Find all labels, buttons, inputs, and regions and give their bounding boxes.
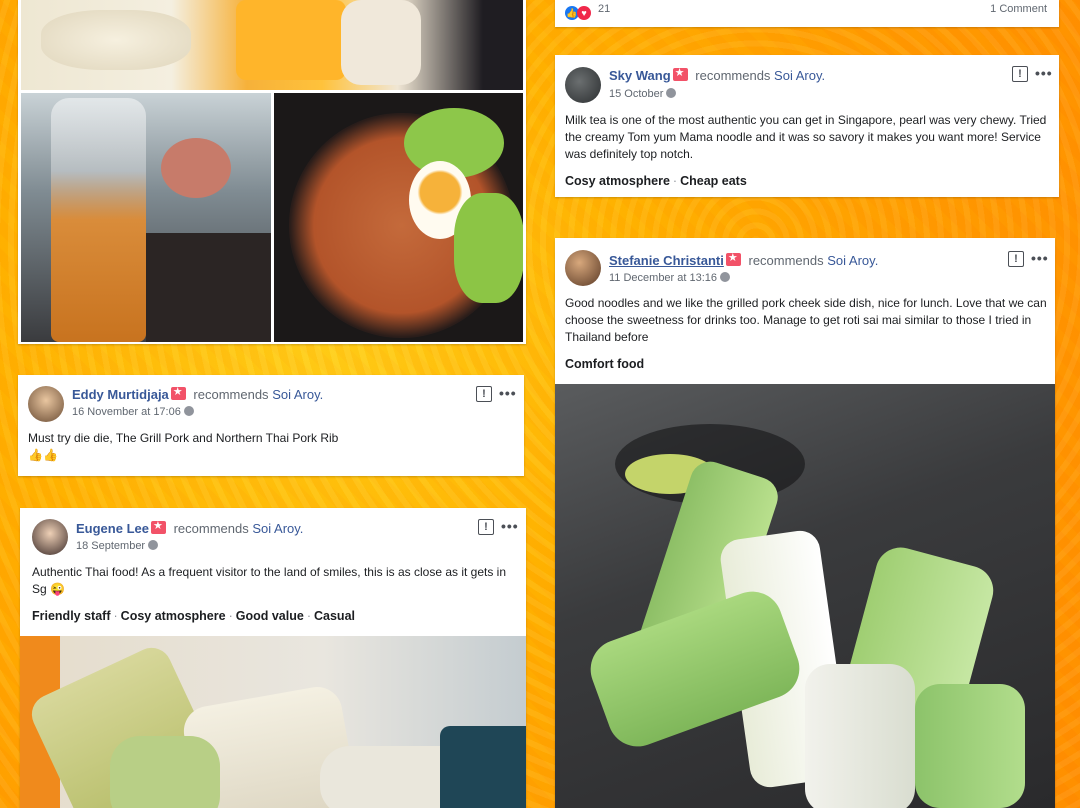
review-text: Good noodles and we like the grilled por… bbox=[565, 296, 1047, 344]
photo-mango-sticky-rice[interactable] bbox=[21, 0, 523, 90]
comment-count[interactable]: 1 Comment bbox=[990, 3, 1047, 15]
tag[interactable]: Casual bbox=[314, 609, 355, 623]
photo-tom-yum-noodle[interactable] bbox=[274, 93, 523, 342]
love-icon: ♥ bbox=[577, 6, 591, 20]
post-date[interactable]: 18 September bbox=[76, 540, 145, 552]
recommend-badge-icon bbox=[170, 385, 186, 400]
report-icon[interactable]: ! bbox=[478, 519, 494, 535]
review-text: Authentic Thai food! As a frequent visit… bbox=[32, 565, 507, 596]
more-options-icon[interactable]: ••• bbox=[1035, 65, 1053, 81]
page-link[interactable]: Soi Aroy. bbox=[252, 521, 303, 536]
reaction-icons[interactable]: 👍 ♥ bbox=[565, 3, 591, 21]
tag[interactable]: Good value bbox=[236, 609, 304, 623]
photo-collage bbox=[18, 0, 526, 344]
photo-roti-sai-mai[interactable] bbox=[20, 636, 526, 808]
review-emoji: 👍👍 bbox=[28, 448, 58, 462]
author-name[interactable]: Eugene Lee bbox=[76, 521, 149, 536]
tag[interactable]: Friendly staff bbox=[32, 609, 111, 623]
globe-icon bbox=[183, 406, 194, 416]
more-options-icon[interactable]: ••• bbox=[499, 385, 517, 401]
more-options-icon[interactable]: ••• bbox=[501, 518, 519, 534]
tag[interactable]: Cheap eats bbox=[680, 174, 747, 188]
report-icon[interactable]: ! bbox=[1008, 251, 1024, 267]
page-link[interactable]: Soi Aroy. bbox=[272, 387, 323, 402]
tag[interactable]: Cosy atmosphere bbox=[121, 609, 226, 623]
author-name[interactable]: Sky Wang bbox=[609, 68, 671, 83]
review-text: Must try die die, The Grill Pork and Nor… bbox=[28, 431, 339, 445]
globe-icon bbox=[148, 540, 159, 550]
recommend-action: recommends bbox=[695, 68, 771, 83]
author-name[interactable]: Eddy Murtidjaja bbox=[72, 387, 169, 402]
post-reactions-bar: 👍 ♥ 21 1 Comment bbox=[555, 0, 1059, 27]
tag[interactable]: Cosy atmosphere bbox=[565, 174, 670, 188]
page-link[interactable]: Soi Aroy. bbox=[827, 253, 878, 268]
photo-roti-sai-mai[interactable] bbox=[555, 384, 1055, 808]
report-icon[interactable]: ! bbox=[476, 386, 492, 402]
recommend-badge-icon bbox=[672, 66, 688, 81]
avatar[interactable] bbox=[32, 519, 68, 555]
review-tags: Comfort food bbox=[565, 357, 644, 371]
page-link[interactable]: Soi Aroy. bbox=[774, 68, 825, 83]
post-date[interactable]: 16 November at 17:06 bbox=[72, 406, 181, 418]
photo-thai-milk-tea[interactable] bbox=[21, 93, 271, 342]
recommend-action: recommends bbox=[748, 253, 824, 268]
avatar[interactable] bbox=[565, 250, 601, 286]
review-card: Stefanie Christanti recommends Soi Aroy.… bbox=[555, 238, 1055, 808]
author-name[interactable]: Stefanie Christanti bbox=[609, 253, 724, 268]
review-tags: Friendly staff · Cosy atmosphere · Good valu… bbox=[32, 609, 355, 623]
globe-icon bbox=[666, 88, 677, 98]
tag[interactable]: Comfort food bbox=[565, 357, 644, 371]
post-date[interactable]: 11 December at 13:16 bbox=[609, 272, 717, 284]
globe-icon bbox=[720, 272, 731, 282]
review-card: Sky Wang recommends Soi Aroy. 15 October… bbox=[555, 55, 1059, 197]
avatar[interactable] bbox=[565, 67, 601, 103]
recommend-badge-icon bbox=[725, 251, 741, 266]
recommend-action: recommends bbox=[173, 521, 249, 536]
review-text: Milk tea is one of the most authentic yo… bbox=[565, 113, 1047, 161]
review-tags: Cosy atmosphere · Cheap eats bbox=[565, 174, 747, 188]
review-card: Eddy Murtidjaja recommends Soi Aroy. 16 … bbox=[18, 375, 524, 476]
post-date[interactable]: 15 October bbox=[609, 88, 663, 100]
recommend-action: recommends bbox=[193, 387, 269, 402]
more-options-icon[interactable]: ••• bbox=[1031, 250, 1049, 266]
report-icon[interactable]: ! bbox=[1012, 66, 1028, 82]
reaction-count[interactable]: 21 bbox=[598, 3, 610, 15]
avatar[interactable] bbox=[28, 386, 64, 422]
recommend-badge-icon bbox=[150, 519, 166, 534]
review-card: Eugene Lee recommends Soi Aroy. 18 Septe… bbox=[20, 508, 526, 808]
